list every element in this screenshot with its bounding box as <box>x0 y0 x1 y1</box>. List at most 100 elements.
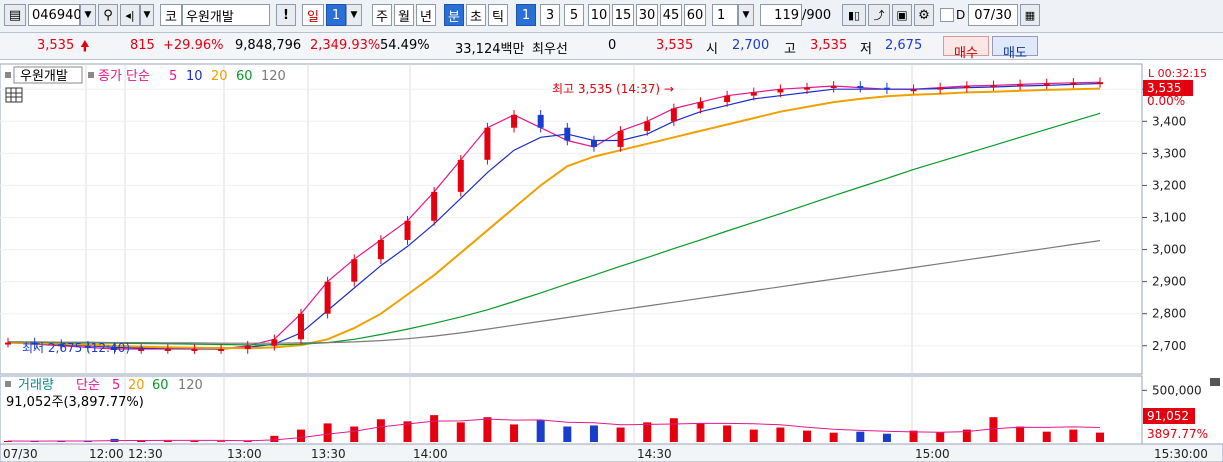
volume-legend-ma20: 20 <box>128 378 145 393</box>
save-icon[interactable]: ▣ <box>892 4 912 26</box>
interval-10-button[interactable]: 10 <box>588 4 610 26</box>
interval-1-button[interactable]: 1 <box>516 4 536 26</box>
volume-bar <box>1096 432 1104 442</box>
legend-ma-square-icon <box>88 72 94 78</box>
volume-ratio: 2,349.93% <box>310 38 381 53</box>
interval-1-label: 1 <box>521 7 531 23</box>
legend-ma60: 60 <box>236 69 253 84</box>
volume-bar <box>829 432 838 442</box>
candle-body <box>830 86 837 89</box>
search-icon[interactable]: ⚲ <box>98 4 118 26</box>
candle-body <box>297 313 304 340</box>
interval-select[interactable]: 1 <box>712 4 738 26</box>
candle-body <box>164 348 171 351</box>
priority-value: 0 <box>608 38 617 53</box>
gear-icon[interactable]: ⚙ <box>914 4 934 26</box>
btn-minute[interactable]: 분 <box>444 4 464 26</box>
period-day-button[interactable]: 일 <box>302 4 324 26</box>
volume-bar <box>296 429 305 442</box>
count-total: /900 <box>802 8 832 23</box>
interval-15-label: 15 <box>614 7 632 23</box>
interval-30-button[interactable]: 30 <box>636 4 658 26</box>
volume-bar <box>803 430 812 442</box>
volume-panel-toggle-icon[interactable] <box>1210 378 1220 386</box>
candle-body <box>271 339 278 346</box>
candle-body <box>617 130 624 147</box>
volume-bar <box>882 433 891 442</box>
interval-15-button[interactable]: 15 <box>612 4 634 26</box>
btn-week-label: 주 <box>376 9 388 25</box>
period-dropdown-button[interactable]: ▼ <box>346 4 362 26</box>
btn-year[interactable]: 년 <box>416 4 436 26</box>
price-tick-label: 3,300 <box>1152 146 1186 160</box>
date-input[interactable]: 07/30 <box>968 4 1018 26</box>
time-tick-label: 15:00 <box>915 447 950 461</box>
candle-body <box>937 87 944 90</box>
speaker-icon[interactable]: ◂| <box>120 4 140 26</box>
btn-tick[interactable]: 틱 <box>488 4 508 26</box>
volume-legend-ma60: 60 <box>152 378 169 393</box>
btn-second[interactable]: 초 <box>466 4 486 26</box>
market-badge: 코 <box>160 4 182 26</box>
interval-60-button[interactable]: 60 <box>684 4 706 26</box>
stock-code-input[interactable]: 046940 <box>28 4 82 26</box>
candle-body <box>511 114 518 128</box>
interval-dropdown-button[interactable]: ▼ <box>738 4 754 26</box>
time-tick-label: 15:30:00 <box>1154 447 1208 461</box>
line-tool-icon[interactable]: ⤴ <box>868 4 890 26</box>
buy-button[interactable]: 매수 <box>943 36 989 61</box>
change-value: 815 <box>130 38 155 53</box>
chart-canvas[interactable]: 07/30 12:00 12:30 13:00 13:30 14:00 14:30 15:00… <box>0 60 1223 462</box>
volume-bar <box>483 417 492 442</box>
pct-tag-text: 0.00% <box>1147 94 1185 108</box>
volume-value: 9,848,796 <box>235 38 302 53</box>
btn-week[interactable]: 주 <box>372 4 392 26</box>
up-arrow-icon: 🠝 <box>80 37 90 55</box>
candle-body <box>670 108 677 122</box>
volume-bar <box>1069 429 1078 442</box>
count-input[interactable]: 119 <box>760 4 802 26</box>
volume-bar <box>989 417 998 442</box>
code-dropdown-button[interactable]: ▼ <box>80 4 96 26</box>
chart-type-icon[interactable]: ▮▯ <box>842 4 866 26</box>
price-tick-label: 3,000 <box>1152 243 1186 257</box>
time-tick-label: 13:30 <box>311 447 346 461</box>
btn-year-label: 년 <box>420 9 432 25</box>
date-value: 07/30 <box>974 7 1012 23</box>
volume-bar <box>643 422 652 442</box>
volume-legend-kind: 단순 <box>76 378 100 393</box>
volume-bar <box>510 424 519 442</box>
date-checkbox[interactable] <box>940 8 954 22</box>
calendar-icon[interactable]: ▦ <box>1020 4 1040 26</box>
time-tick-label: 07/30 <box>3 447 38 461</box>
candle-body <box>484 127 491 160</box>
stock-name-field[interactable]: 우원개발 <box>182 4 270 26</box>
quote-info-bar: 3,535 🠝 815 +29.96% 9,848,796 2,349.93% … <box>0 33 1223 61</box>
toolbar: ▤ 046940 ▼ ⚲ ◂| ▼ 코 우원개발 ! 일 1 ▼ 주 월 년 분… <box>0 0 1223 33</box>
open-price: 2,700 <box>732 38 770 53</box>
notice-button[interactable]: ! <box>276 4 296 26</box>
sell-button[interactable]: 매도 <box>992 36 1038 61</box>
volume-tag-value: 91,052 <box>1147 409 1189 423</box>
speaker-dropdown-button[interactable]: ▼ <box>140 4 154 26</box>
interval-3-button[interactable]: 3 <box>540 4 560 26</box>
interval-5-button[interactable]: 5 <box>564 4 584 26</box>
buy-button-label: 매수 <box>954 46 978 61</box>
legend-square-icon <box>5 72 11 78</box>
interval-3-label: 3 <box>545 7 555 23</box>
stock-code-value: 046940 <box>32 7 82 23</box>
period-num-button[interactable]: 1 <box>326 4 346 26</box>
btn-month[interactable]: 월 <box>394 4 414 26</box>
candle-body <box>963 86 970 89</box>
change-percent: +29.96% <box>163 38 224 53</box>
trade-amount: 33,124백만 <box>455 42 525 57</box>
candle-body <box>1017 84 1024 87</box>
volume-tag-pct: 3897.77% <box>1147 427 1208 441</box>
interval-45-button[interactable]: 45 <box>660 4 682 26</box>
table-icon[interactable] <box>5 87 23 103</box>
stock-name-value: 우원개발 <box>186 9 234 25</box>
list-icon[interactable]: ▤ <box>4 4 26 26</box>
interval-10-label: 10 <box>590 7 608 23</box>
price-tick-label: 2,700 <box>1152 339 1186 353</box>
price-tick-label: 2,800 <box>1152 307 1186 321</box>
